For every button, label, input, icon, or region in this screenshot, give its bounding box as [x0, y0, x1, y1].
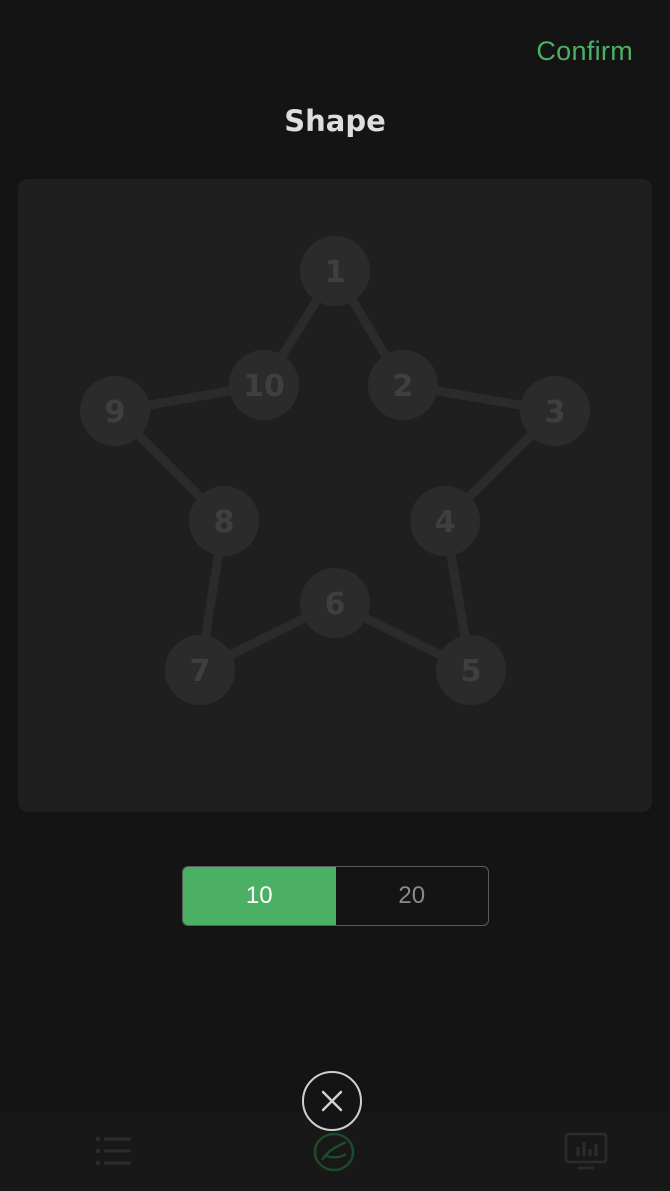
shape-node: 6: [300, 568, 370, 638]
count-selector: 10 20: [182, 866, 489, 926]
shape-node: 4: [410, 486, 480, 556]
node-label: 1: [325, 255, 346, 290]
node-label: 10: [243, 369, 285, 404]
count-option-10[interactable]: 10: [183, 867, 336, 925]
shape-node: 8: [189, 486, 259, 556]
close-button[interactable]: [302, 1071, 362, 1131]
node-label: 3: [545, 395, 566, 430]
shape-node: 9: [80, 376, 150, 446]
leaf-icon[interactable]: [312, 1132, 356, 1176]
chart-icon[interactable]: [564, 1132, 608, 1174]
shape-node: 2: [368, 350, 438, 420]
node-label: 2: [393, 369, 414, 404]
star-shape: 1 2 3 4 5 6 7 8 9 10: [80, 236, 590, 705]
list-icon[interactable]: [96, 1134, 132, 1172]
close-icon: [321, 1090, 343, 1112]
shape-node: 5: [436, 635, 506, 705]
shape-node: 7: [165, 635, 235, 705]
shape-node: 1: [300, 236, 370, 306]
shape-canvas: 1 2 3 4 5 6 7 8 9 10: [18, 179, 652, 812]
node-label: 4: [435, 505, 456, 540]
node-label: 6: [325, 587, 346, 622]
page-title: Shape: [284, 104, 386, 138]
count-option-20[interactable]: 20: [336, 867, 489, 925]
node-label: 8: [214, 505, 235, 540]
node-label: 9: [105, 395, 126, 430]
node-label: 7: [190, 654, 211, 689]
node-label: 5: [461, 654, 482, 689]
confirm-button[interactable]: Confirm: [536, 36, 633, 67]
shape-node: 3: [520, 376, 590, 446]
shape-node: 10: [229, 350, 299, 420]
